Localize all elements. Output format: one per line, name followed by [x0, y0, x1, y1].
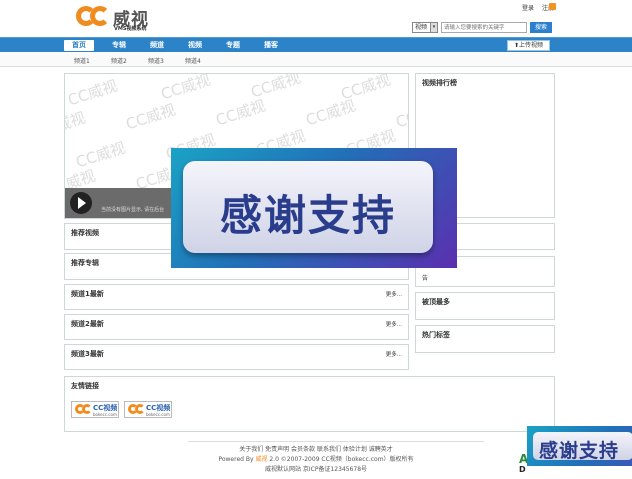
channel1-latest-panel: 频道1最新 更多...	[64, 284, 409, 310]
more-link[interactable]: 更多...	[386, 320, 402, 328]
powered-prefix: Powered By	[218, 456, 256, 463]
thanks-corner-ad[interactable]: 感谢支持	[527, 426, 632, 466]
footer-divider	[188, 441, 484, 442]
thanks-overlay[interactable]: 感谢支持	[171, 148, 457, 268]
login-link[interactable]: 登录	[522, 5, 534, 12]
powered-brand[interactable]: 威视	[255, 456, 267, 463]
search-bar: 视频 ▾ 搜索	[412, 22, 552, 33]
upload-video-label: 上传视频	[519, 42, 544, 49]
watermark-text: CC威视	[213, 96, 268, 130]
section-title: 被顶最多	[422, 298, 450, 306]
hot-tags-panel: 热门标签	[415, 325, 555, 353]
section-title: 视频排行榜	[422, 79, 457, 87]
watermark-text: CC威视	[393, 98, 409, 132]
site-logo[interactable]: 威视 VMS视频系统	[76, 4, 166, 32]
channel3-latest-panel: 频道3最新 更多...	[64, 344, 409, 370]
thanks-text: 感谢支持	[219, 191, 396, 240]
section-title: 友情链接	[71, 382, 99, 390]
subnav-item-channel4[interactable]: 频道4	[185, 56, 201, 65]
upload-video-button[interactable]: ⬆上传视频	[507, 40, 550, 51]
powered-suffix: 2.0 ©2007-2009 CC视频（bokecc.com）版权所有	[267, 456, 414, 463]
subnav-item-channel2[interactable]: 频道2	[111, 56, 127, 65]
nav-item-podcasts[interactable]: 播客	[256, 40, 286, 51]
subnav-item-channel1[interactable]: 频道1	[74, 56, 90, 65]
friend-link-url: bokecc.com	[93, 412, 117, 417]
friend-link-url: bokecc.com	[146, 412, 170, 417]
logo-subtitle: VMS视频系统	[114, 26, 147, 32]
footer-icp: 威视默认网站 京ICP备证12345678号	[264, 466, 368, 473]
thanks-overlay-card: 感谢支持	[183, 161, 433, 253]
search-input[interactable]	[441, 22, 527, 33]
watermark-text: CC威视	[123, 100, 178, 134]
nav-item-videos[interactable]: 视频	[180, 40, 210, 51]
section-title: 推荐专辑	[71, 259, 99, 267]
watermark-text: CC威视	[65, 76, 120, 110]
friendly-links-panel: 友情链接 CC视频 bokecc.com CC视频 bokecc.com	[64, 376, 555, 432]
section-title: 频道1最新	[71, 290, 104, 298]
more-link[interactable]: 更多...	[386, 350, 402, 358]
watermark-text: CC威视	[303, 96, 358, 130]
search-button[interactable]: 搜索	[530, 22, 552, 33]
most-played-panel: 被顶最多	[415, 292, 555, 320]
announcement-fragment: 告	[422, 275, 429, 282]
thanks-corner-card: 感谢支持	[533, 432, 632, 462]
nav-item-albums[interactable]: 专辑	[104, 40, 134, 51]
nav-item-topics[interactable]: 专题	[218, 40, 248, 51]
slideshow-caption: 当前没有图片显示, 请在后台	[101, 207, 165, 213]
main-nav: 首页 专辑 频道 视频 专题 播客 ⬆上传视频	[0, 37, 632, 52]
channel2-latest-panel: 频道2最新 更多...	[64, 314, 409, 340]
rss-icon[interactable]	[549, 3, 556, 10]
section-title: 推荐视频	[71, 229, 99, 237]
section-title: 频道3最新	[71, 350, 104, 358]
ad-letter: D	[519, 465, 526, 474]
thanks-text: 感谢支持	[539, 440, 620, 462]
friend-link-logo[interactable]: CC视频 bokecc.com	[71, 401, 119, 418]
chevron-down-icon: ▾	[430, 23, 437, 32]
watermark-text: CC威视	[64, 108, 88, 142]
cc-logo-icon	[76, 6, 112, 30]
play-icon[interactable]	[70, 192, 92, 214]
more-link[interactable]: 更多...	[386, 290, 402, 298]
sub-nav: 频道1 频道2 频道3 频道4	[0, 53, 632, 67]
section-title: 频道2最新	[71, 320, 104, 328]
friend-link-logo[interactable]: CC视频 bokecc.com	[124, 401, 172, 418]
search-category-value: 视频	[415, 24, 428, 31]
nav-item-channels[interactable]: 频道	[142, 40, 172, 51]
search-category-select[interactable]: 视频 ▾	[412, 22, 438, 33]
nav-item-home[interactable]: 首页	[64, 40, 94, 51]
section-title: 热门标签	[422, 331, 450, 339]
subnav-item-channel3[interactable]: 频道3	[148, 56, 164, 65]
